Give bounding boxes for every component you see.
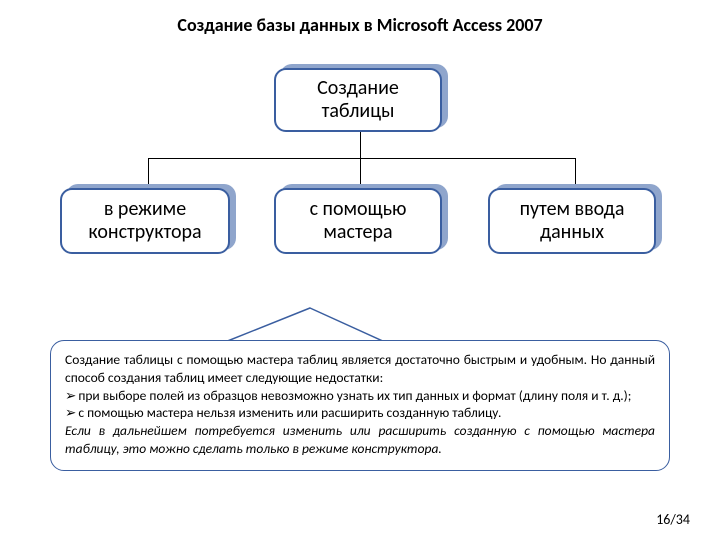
node-child-data-entry: путем ввода данных xyxy=(494,184,662,250)
node-child-label: в режиме конструктора xyxy=(60,188,230,254)
bullet-text: с помощью мастера нельзя изменить или ра… xyxy=(78,404,655,422)
callout-textbox: Создание таблицы с помощью мастера табли… xyxy=(50,340,670,471)
connector xyxy=(360,132,361,158)
node-child-constructor: в режиме конструктора xyxy=(66,184,236,250)
chevron-right-icon: ➢ xyxy=(65,387,76,405)
org-chart: Создание таблицы в режиме конструктора с… xyxy=(0,64,720,284)
bullet-item: ➢ с помощью мастера нельзя изменить или … xyxy=(65,404,655,422)
chevron-right-icon: ➢ xyxy=(65,404,76,422)
node-root: Создание таблицы xyxy=(280,64,448,128)
page-number: 16/34 xyxy=(656,511,690,528)
node-child-wizard: с помощью мастера xyxy=(280,184,448,250)
bullet-item: ➢ при выборе полей из образцов невозможн… xyxy=(65,387,655,405)
connector xyxy=(148,158,576,159)
node-root-label: Создание таблицы xyxy=(274,68,442,132)
node-child-label: с помощью мастера xyxy=(274,188,442,254)
node-child-label: путем ввода данных xyxy=(488,188,656,254)
slide-title: Создание базы данных в Microsoft Access … xyxy=(0,0,720,36)
callout-note: Если в дальнейшем потребуется изменить и… xyxy=(65,422,655,458)
callout-intro: Создание таблицы с помощью мастера табли… xyxy=(65,351,655,387)
bullet-text: при выборе полей из образцов невозможно … xyxy=(78,387,655,405)
